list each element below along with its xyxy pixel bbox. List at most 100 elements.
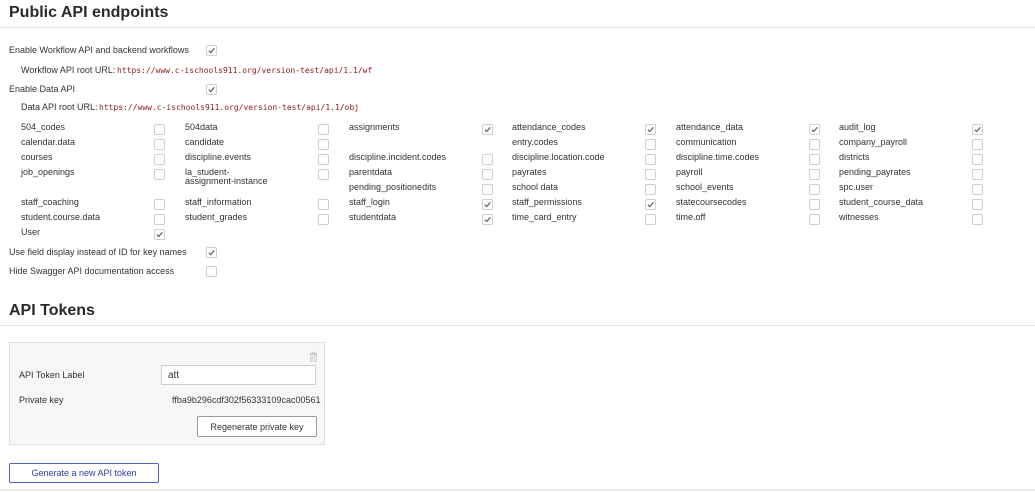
data-type-checkbox[interactable] bbox=[482, 124, 493, 135]
data-type-label: payroll bbox=[676, 167, 703, 177]
data-type-checkbox[interactable] bbox=[318, 124, 329, 135]
data-type-label: school_events bbox=[676, 182, 734, 192]
data-type-label: discipline.time.codes bbox=[676, 152, 760, 162]
data-type-checkbox[interactable] bbox=[972, 169, 983, 180]
trash-icon[interactable] bbox=[308, 351, 319, 362]
data-type-checkbox[interactable] bbox=[809, 169, 820, 180]
data-type-label: 504_codes bbox=[21, 122, 66, 132]
data-type-checkbox[interactable] bbox=[809, 124, 820, 135]
data-root-url: https://www.c-ischools911.org/version-te… bbox=[99, 103, 360, 112]
generate-token-button[interactable]: Generate a new API token bbox=[9, 463, 159, 483]
data-api-checkbox[interactable] bbox=[206, 84, 217, 95]
data-type-checkbox[interactable] bbox=[482, 184, 493, 195]
data-type-checkbox[interactable] bbox=[645, 169, 656, 180]
section-divider bbox=[0, 325, 1035, 326]
data-type-label: spc.user bbox=[839, 182, 874, 192]
data-type-label: staff_coaching bbox=[21, 197, 79, 207]
data-type-checkbox[interactable] bbox=[972, 199, 983, 210]
check-icon bbox=[484, 126, 491, 133]
data-type-label: pending_positionedits bbox=[349, 182, 437, 192]
data-api-label: Enable Data API bbox=[9, 84, 76, 94]
workflow-root-url: https://www.c-ischools911.org/version-te… bbox=[117, 66, 373, 75]
data-type-checkbox[interactable] bbox=[809, 199, 820, 210]
workflow-api-label: Enable Workflow API and backend workflow… bbox=[9, 45, 189, 55]
data-type-label: studentdata bbox=[349, 212, 397, 222]
token-label-input[interactable] bbox=[161, 365, 316, 385]
check-icon bbox=[208, 47, 215, 54]
data-type-label: time_card_entry bbox=[512, 212, 577, 222]
check-icon bbox=[484, 201, 491, 208]
field-display-label: Use field display instead of ID for key … bbox=[9, 247, 187, 257]
data-type-checkbox[interactable] bbox=[645, 199, 656, 210]
data-type-label: 504data bbox=[185, 122, 218, 132]
data-type-label: staff_login bbox=[349, 197, 390, 207]
data-type-checkbox[interactable] bbox=[154, 154, 165, 165]
check-icon bbox=[484, 216, 491, 223]
data-type-label: staff_permissions bbox=[512, 197, 582, 207]
data-type-label: discipline.location.code bbox=[512, 152, 605, 162]
data-type-checkbox[interactable] bbox=[645, 139, 656, 150]
data-type-checkbox[interactable] bbox=[318, 169, 329, 180]
workflow-root-label: Workflow API root URL: bbox=[21, 65, 116, 75]
check-icon bbox=[647, 201, 654, 208]
data-type-checkbox[interactable] bbox=[154, 199, 165, 210]
data-type-label: payrates bbox=[512, 167, 547, 177]
token-label-caption: API Token Label bbox=[19, 370, 85, 380]
data-type-checkbox[interactable] bbox=[972, 184, 983, 195]
data-type-label: discipline.events bbox=[185, 152, 252, 162]
private-key-caption: Private key bbox=[19, 395, 64, 405]
data-type-checkbox[interactable] bbox=[809, 184, 820, 195]
data-type-checkbox[interactable] bbox=[972, 124, 983, 135]
data-type-label: audit_log bbox=[839, 122, 876, 132]
check-icon bbox=[156, 231, 163, 238]
data-type-label: company_payroll bbox=[839, 137, 908, 147]
data-type-checkbox[interactable] bbox=[809, 139, 820, 150]
section-divider bbox=[0, 27, 1035, 28]
data-type-label: candidate bbox=[185, 137, 225, 147]
data-type-checkbox[interactable] bbox=[154, 139, 165, 150]
data-type-label: calendar.data bbox=[21, 137, 76, 147]
data-type-checkbox[interactable] bbox=[154, 214, 165, 225]
data-type-label: communication bbox=[676, 137, 737, 147]
data-type-checkbox[interactable] bbox=[154, 229, 165, 240]
data-root-label: Data API root URL: bbox=[21, 102, 98, 112]
data-type-label: staff_information bbox=[185, 197, 252, 207]
data-type-checkbox[interactable] bbox=[318, 139, 329, 150]
data-type-label: parentdata bbox=[349, 167, 393, 177]
data-type-label: school data bbox=[512, 182, 559, 192]
data-type-checkbox[interactable] bbox=[318, 199, 329, 210]
data-type-checkbox[interactable] bbox=[972, 214, 983, 225]
field-display-checkbox[interactable] bbox=[206, 247, 217, 258]
data-type-checkbox[interactable] bbox=[482, 199, 493, 210]
data-type-checkbox[interactable] bbox=[645, 124, 656, 135]
workflow-api-checkbox[interactable] bbox=[206, 45, 217, 56]
data-type-label: time.off bbox=[676, 212, 706, 222]
data-type-checkbox[interactable] bbox=[972, 154, 983, 165]
data-type-checkbox[interactable] bbox=[482, 169, 493, 180]
data-type-label: witnesses bbox=[839, 212, 879, 222]
data-type-label: attendance_codes bbox=[512, 122, 586, 132]
data-type-checkbox[interactable] bbox=[482, 154, 493, 165]
data-type-checkbox[interactable] bbox=[482, 214, 493, 225]
data-type-checkbox[interactable] bbox=[645, 214, 656, 225]
data-type-label: student.course.data bbox=[21, 212, 101, 222]
data-type-label: assignments bbox=[349, 122, 400, 132]
data-type-label: entry.codes bbox=[512, 137, 558, 147]
data-type-checkbox[interactable] bbox=[972, 139, 983, 150]
regenerate-key-button[interactable]: Regenerate private key bbox=[197, 416, 317, 437]
data-type-checkbox[interactable] bbox=[645, 154, 656, 165]
data-type-checkbox[interactable] bbox=[645, 184, 656, 195]
data-type-checkbox[interactable] bbox=[318, 154, 329, 165]
check-icon bbox=[208, 249, 215, 256]
data-type-checkbox[interactable] bbox=[154, 124, 165, 135]
data-type-label: User bbox=[21, 227, 41, 237]
check-icon bbox=[208, 86, 215, 93]
data-type-checkbox[interactable] bbox=[809, 214, 820, 225]
data-type-label: districts bbox=[839, 152, 870, 162]
data-type-checkbox[interactable] bbox=[318, 214, 329, 225]
check-icon bbox=[647, 126, 654, 133]
hide-swagger-checkbox[interactable] bbox=[206, 266, 217, 277]
data-type-checkbox[interactable] bbox=[809, 154, 820, 165]
data-type-checkbox[interactable] bbox=[154, 169, 165, 180]
private-key-value: ffba9b296cdf302f56333109cac00561 bbox=[172, 395, 321, 405]
